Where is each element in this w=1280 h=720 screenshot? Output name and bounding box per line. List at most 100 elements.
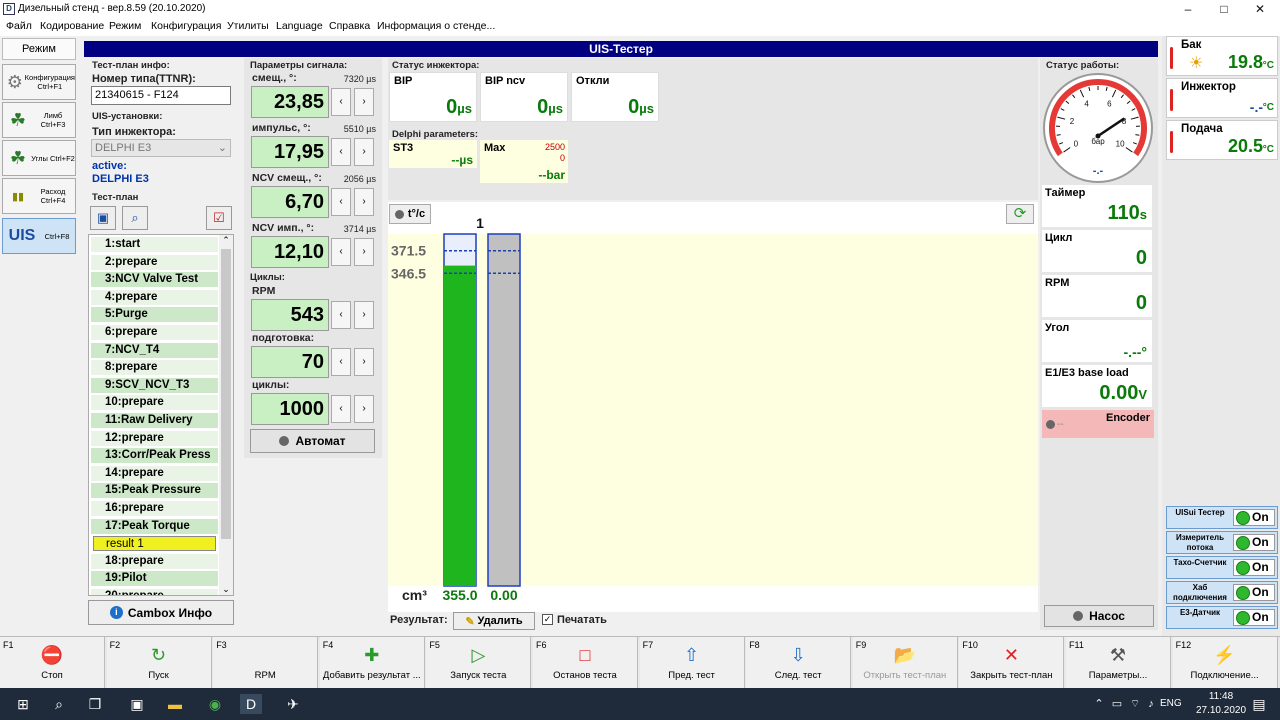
signal-value-field[interactable]: 6,70 [251,186,329,218]
testplan-item[interactable]: 14:prepare [91,465,218,481]
browser-icon[interactable]: ◉ [204,694,226,714]
folder-icon[interactable]: ▬ [164,694,186,714]
result-item[interactable]: result 1 [93,536,216,552]
device-switch[interactable]: Хаб подключения On [1166,581,1278,604]
testplan-item[interactable]: 18:prepare [91,553,218,569]
testplan-item[interactable]: 5:Purge [91,307,218,323]
cycle-value-field[interactable]: 70 [251,346,329,378]
language-indicator[interactable]: ENG [1160,698,1182,709]
device-switch[interactable]: E3-Датчик On [1166,606,1278,629]
testplan-item[interactable]: 20:prepare [91,589,218,595]
device-switch[interactable]: Измеритель потока On [1166,531,1278,554]
switch-toggle[interactable]: On [1233,559,1275,576]
volume-icon[interactable]: ♪ [1140,694,1162,714]
menu-mode[interactable]: Режим [109,20,141,32]
save-app-icon[interactable]: ▣ [126,694,148,714]
menu-stand-info[interactable]: Информация о стенде... [377,20,495,32]
tool-app-icon[interactable]: ✈ [282,694,304,714]
device-switch[interactable]: UISui Тестер On [1166,506,1278,529]
fkey-f10-button[interactable]: F10 ✕ Закрыть тест-план [959,637,1065,689]
increase-button[interactable]: › [354,238,374,266]
windows-icon[interactable]: ⊞ [12,694,34,714]
fkey-f3-button[interactable]: F3 RPM [213,637,319,689]
switch-toggle[interactable]: On [1233,534,1275,551]
scroll-down-icon[interactable]: ⌄ [219,584,233,595]
cycle-value-field[interactable]: 543 [251,299,329,331]
increase-button[interactable]: › [354,301,374,329]
mode-uis-button[interactable]: UIS Ctrl+F8 [2,218,76,254]
scroll-up-icon[interactable]: ⌃ [219,235,233,246]
decrease-button[interactable]: ‹ [331,238,351,266]
decrease-button[interactable]: ‹ [331,395,351,423]
cycle-value-field[interactable]: 1000 [251,393,329,425]
testplan-item[interactable]: 8:prepare [91,360,218,376]
maximize-button[interactable]: □ [1206,0,1242,18]
decrease-button[interactable]: ‹ [331,88,351,116]
delete-button[interactable]: ✎ Удалить [453,612,535,630]
increase-button[interactable]: › [354,188,374,216]
menu-utilities[interactable]: Утилиты [227,20,269,32]
fkey-f8-button[interactable]: F8 ⇩ След. тест [746,637,852,689]
menu-config[interactable]: Конфигурация [151,20,221,32]
decrease-button[interactable]: ‹ [331,138,351,166]
testplan-item[interactable]: 17:Peak Torque [91,518,218,534]
testplan-item[interactable]: 11:Raw Delivery [91,413,218,428]
testplan-item[interactable]: 10:prepare [91,395,218,411]
fkey-f9-button[interactable]: F9 📂 Открыть тест-план [852,637,958,689]
clock-date[interactable]: 27.10.2020 [1190,705,1252,716]
notification-icon[interactable]: ▤ [1248,694,1270,714]
mode-angles-button[interactable]: ☘ Углы Ctrl+F2 [2,140,76,176]
search-icon[interactable]: ⌕ [48,694,70,714]
task-view-icon[interactable]: ❐ [84,694,106,714]
testplan-item[interactable]: 6:prepare [91,325,218,340]
fkey-f6-button[interactable]: F6 □ Останов теста [533,637,638,689]
fkey-f4-button[interactable]: F4 ✚ Добавить результат ... [319,637,425,689]
mode-limb-button[interactable]: ☘ Лимб Ctrl+F3 [2,102,76,138]
fkey-f7-button[interactable]: F7 ⇧ Пред. тест [639,637,745,689]
testplan-list[interactable]: ⌃ ⌄ 1:start 2:prepare 3:NCV Valve Test 4:pr… [88,234,234,596]
increase-button[interactable]: › [354,138,374,166]
fkey-f1-button[interactable]: F1 ⛔ Стоп [0,637,105,689]
diesel-app-icon[interactable]: D [240,694,262,714]
mode-config-button[interactable]: ⚙ Конфигурация Ctrl+F1 [2,64,76,100]
fkey-f11-button[interactable]: F11 ⚒ Параметры... [1066,637,1171,689]
fkey-f12-button[interactable]: F12 ⚡ Подключение... [1172,637,1278,689]
scrollbar-thumb[interactable] [221,249,231,539]
fkey-f2-button[interactable]: F2 ↻ Пуск [106,637,212,689]
testplan-item[interactable]: 9:SCV_NCV_T3 [91,377,218,393]
testplan-item[interactable]: 3:NCV Valve Test [91,272,218,288]
switch-toggle[interactable]: On [1233,509,1275,526]
increase-button[interactable]: › [354,348,374,376]
decrease-button[interactable]: ‹ [331,301,351,329]
testplan-item[interactable]: 15:Peak Pressure [91,483,218,499]
menu-help[interactable]: Справка [329,20,370,32]
decrease-button[interactable]: ‹ [331,348,351,376]
testplan-item[interactable]: 16:prepare [91,501,218,516]
type-number-field[interactable]: 21340615 - F124 [91,86,231,105]
testplan-item[interactable]: 2:prepare [91,254,218,270]
pump-button[interactable]: Насос [1044,605,1154,627]
testplan-item[interactable]: 7:NCV_T4 [91,342,218,358]
testplan-item[interactable]: 12:prepare [91,430,218,446]
device-switch[interactable]: Тахо-Счетчик On [1166,556,1278,579]
increase-button[interactable]: › [354,88,374,116]
testplan-item[interactable]: 13:Corr/Peak Press [91,448,218,464]
search-button[interactable]: ⌕ [122,206,148,230]
signal-value-field[interactable]: 23,85 [251,86,329,118]
cambox-info-button[interactable]: i Cambox Инфо [88,600,234,625]
injector-type-select[interactable]: DELPHI E3 ⌄ [91,139,231,157]
scrollbar[interactable]: ⌃ ⌄ [219,235,233,595]
menu-language[interactable]: Language [276,20,323,32]
clock-time[interactable]: 11:48 [1196,691,1246,702]
increase-button[interactable]: › [354,395,374,423]
switch-toggle[interactable]: On [1233,584,1275,601]
save-button[interactable]: ▣ [90,206,116,230]
menu-coding[interactable]: Кодирование [40,20,104,32]
fkey-f5-button[interactable]: F5 ▷ Запуск теста [426,637,532,689]
decrease-button[interactable]: ‹ [331,188,351,216]
auto-button[interactable]: Автомат [250,429,375,453]
print-checkbox[interactable]: ✓ [542,614,553,625]
testplan-item[interactable]: 19:Pilot [91,571,218,587]
menu-file[interactable]: Файл [6,20,32,32]
testplan-item[interactable]: 4:prepare [91,289,218,305]
